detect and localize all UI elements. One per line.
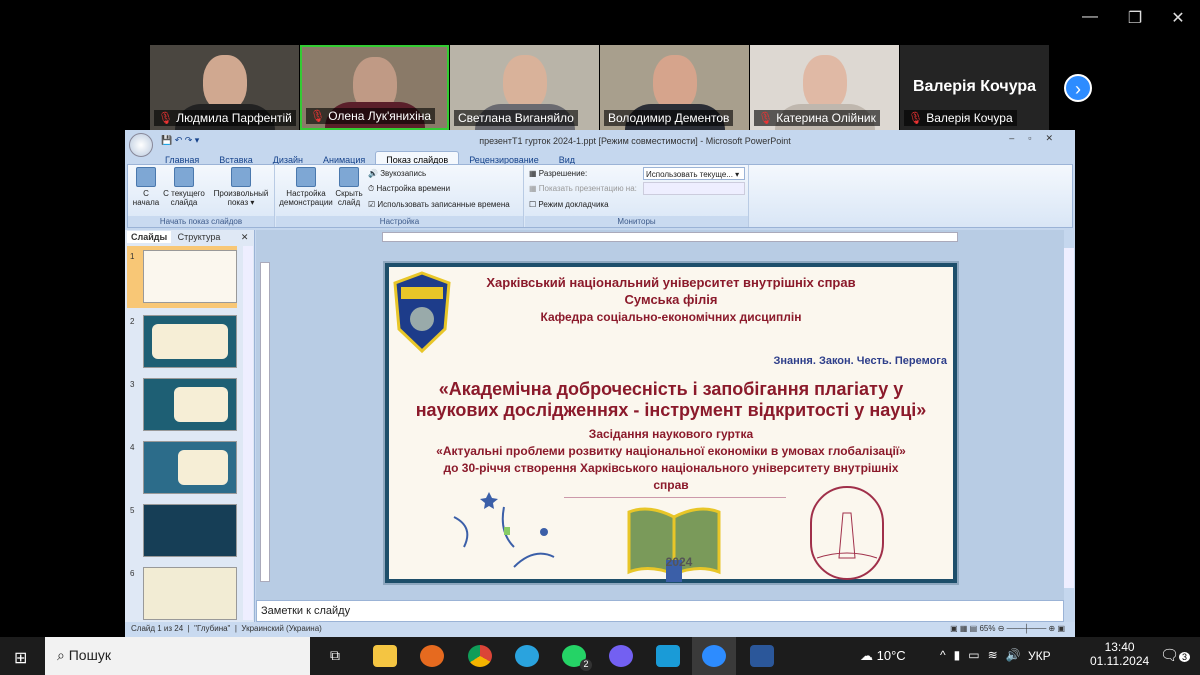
lighthouse-stamp <box>810 486 884 580</box>
mic-muted-icon: 🎙︎ <box>158 111 174 125</box>
taskbar: ⊞ ⌕ Пошук ⧉ 2 ☁ 10°C ^▮▭≋🔊 УКР 13:40 01.1… <box>0 637 1200 675</box>
slide-thumbnail[interactable] <box>143 250 237 303</box>
zoom-app-active[interactable] <box>692 637 736 675</box>
record-narration-button[interactable]: 🔊 Звукозапись <box>368 169 426 178</box>
quick-access-toolbar[interactable]: 💾 ↶ ↷ ▾ <box>161 135 199 146</box>
show-on-label: ▦ Показать презентацию на: <box>529 184 637 193</box>
slide-thumbnail[interactable] <box>143 567 237 620</box>
slide-thumbnail[interactable] <box>143 315 237 368</box>
window-title: презентТ1 гурток 2024-1.ppt [Режим совме… <box>479 136 791 146</box>
show-on-select[interactable] <box>643 182 745 195</box>
horizontal-ruler <box>382 232 958 242</box>
whatsapp-icon[interactable]: 2 <box>562 645 592 671</box>
notifications-icon[interactable]: 🗨 3 <box>1160 646 1191 664</box>
file-explorer-icon[interactable] <box>373 645 397 667</box>
confetti-decoration <box>453 492 555 568</box>
search-box[interactable]: ⌕ Пошук <box>45 637 310 675</box>
slide-thumbnail[interactable] <box>143 378 237 431</box>
video-tile[interactable]: 🎙︎ Катерина Олійник <box>750 45 899 130</box>
ribbon: С начала С текущего слайда Произвольный … <box>127 164 1073 228</box>
weather-widget[interactable]: ☁ 10°C <box>860 648 906 664</box>
slide-thumbnail[interactable] <box>143 441 237 494</box>
windows-start-icon[interactable]: ⊞ <box>14 648 27 668</box>
office-button[interactable] <box>129 133 153 157</box>
panel-scrollbar[interactable] <box>243 246 253 620</box>
zoom-controls[interactable]: ▣ ▦ ▤ 65% ⊖ ───┼─── ⊕ ▣ <box>950 624 1065 633</box>
slides-panel: Слайды Структура ✕ 1 2 3 4 5 6 <box>125 230 255 622</box>
search-icon: ⌕ <box>57 647 65 663</box>
resolution-label: ▦ Разрешение: <box>529 169 588 178</box>
mic-muted-icon: 🎙︎ <box>310 109 326 123</box>
media-player-icon[interactable] <box>656 645 680 667</box>
resolution-select[interactable]: Использовать текуще... ▾ <box>643 167 745 180</box>
clock[interactable]: 13:40 01.11.2024 <box>1090 640 1149 668</box>
hide-slide-button[interactable]: Скрыть слайд <box>334 167 364 207</box>
notes-field[interactable]: Заметки к слайду <box>256 600 1064 622</box>
tab-slides[interactable]: Слайды <box>127 231 172 243</box>
vertical-scrollbar[interactable] <box>1064 248 1074 588</box>
video-tile[interactable]: 🎙︎ Людмила Парфентій <box>150 45 299 130</box>
restore-button[interactable]: ❐ <box>1120 8 1150 28</box>
from-beginning-button[interactable]: С начала <box>130 167 162 207</box>
window-controls[interactable]: –▫✕ <box>1009 133 1067 144</box>
status-bar: Слайд 1 из 24 | "Глубина" | Украинский (… <box>125 622 1075 637</box>
language-indicator[interactable]: УКР <box>1028 649 1051 663</box>
word-icon[interactable] <box>750 645 774 667</box>
viber-icon[interactable] <box>609 645 633 667</box>
setup-show-button[interactable]: Настройка демонстрации <box>278 167 334 207</box>
next-page-chevron-icon[interactable]: › <box>1064 74 1092 102</box>
tray-icons[interactable]: ^▮▭≋🔊 <box>940 648 1029 662</box>
close-panel-icon[interactable]: ✕ <box>241 232 249 242</box>
tab-outline[interactable]: Структура <box>174 231 225 243</box>
rehearse-timings-button[interactable]: ⏱ Настройка времени <box>368 184 450 194</box>
divider <box>564 497 786 498</box>
powerpoint-window: 💾 ↶ ↷ ▾ презентТ1 гурток 2024-1.ppt [Реж… <box>125 130 1075 637</box>
from-current-button[interactable]: С текущего слайда <box>162 167 206 207</box>
presenter-view-checkbox[interactable]: ☐ Режим докладчика <box>529 200 609 209</box>
custom-show-button[interactable]: Произвольный показ ▾ <box>210 167 272 207</box>
book-icon <box>627 507 721 582</box>
chrome-icon[interactable] <box>468 645 492 667</box>
slide-canvas: Харківський національний університет вну… <box>385 263 957 583</box>
video-tile[interactable]: Светлана Виганяйло <box>450 45 599 130</box>
video-tile[interactable]: Валерія Кочура 🎙︎ Валерія Кочура <box>900 45 1049 130</box>
telegram-icon[interactable] <box>515 645 539 667</box>
use-timings-checkbox[interactable]: ☑ Использовать записанные времена <box>368 200 510 209</box>
mic-muted-icon: 🎙︎ <box>908 111 924 125</box>
video-tile[interactable]: Володимир Дементов <box>600 45 749 130</box>
mic-muted-icon: 🎙︎ <box>758 111 774 125</box>
minimize-button[interactable]: — <box>1075 8 1105 26</box>
close-button[interactable]: ✕ <box>1163 8 1193 28</box>
video-tile-active[interactable]: 🎙︎ Олена Лук'янихіна <box>300 45 449 130</box>
vertical-ruler <box>260 262 270 582</box>
firefox-icon[interactable] <box>420 645 444 667</box>
task-view-icon[interactable]: ⧉ <box>330 647 340 664</box>
panel-tabs: Слайды Структура ✕ <box>127 231 249 243</box>
slide-thumbnail[interactable] <box>143 504 237 557</box>
